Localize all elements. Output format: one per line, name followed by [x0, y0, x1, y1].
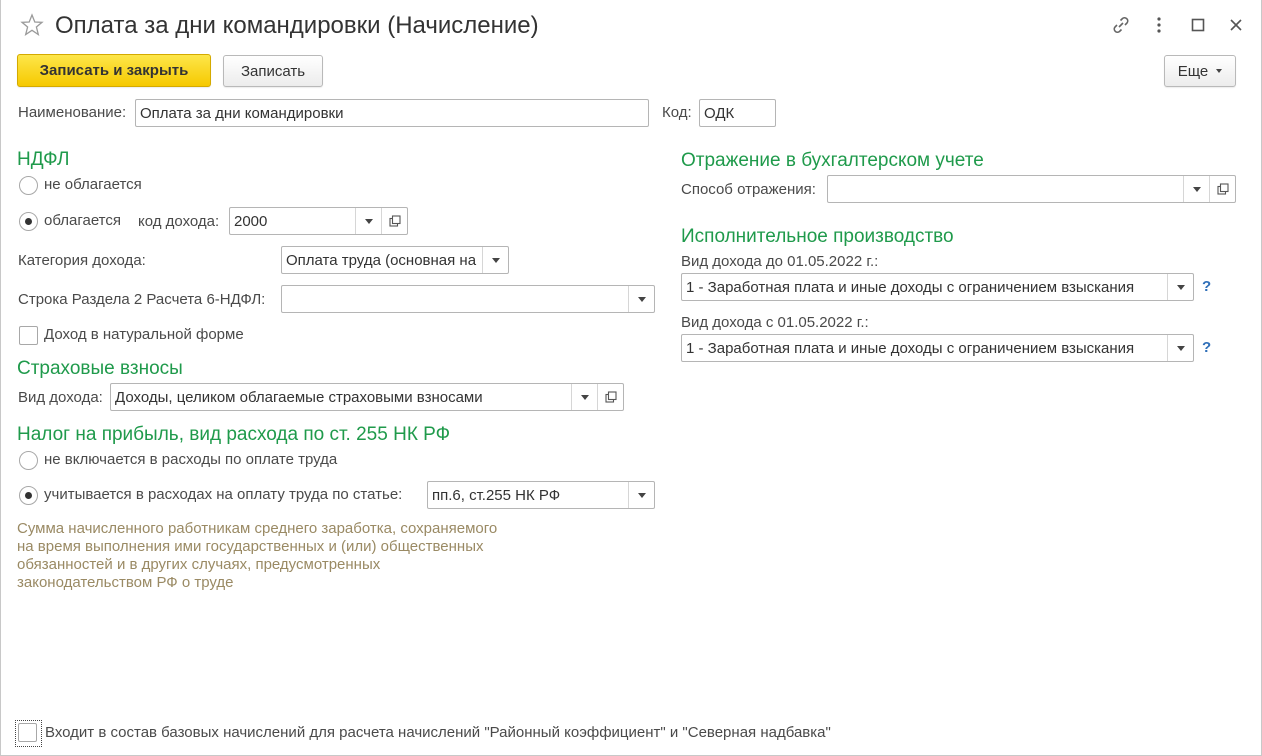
form-window: Оплата за дни командировки (Начисление) …	[0, 0, 1262, 756]
dropdown-arrow-icon[interactable]	[571, 384, 597, 410]
name-label: Наименование:	[18, 104, 127, 121]
income-category-value[interactable]: Оплата труда (основная на	[282, 247, 482, 273]
more-button[interactable]: Еще	[1164, 55, 1236, 87]
help-icon[interactable]: ?	[1202, 278, 1211, 295]
enforcement-after-field[interactable]: 1 - Заработная плата и иные доходы с огр…	[681, 334, 1194, 362]
page-title: Оплата за дни командировки (Начисление)	[55, 12, 539, 39]
name-input[interactable]: Оплата за дни командировки	[135, 99, 649, 127]
enforcement-after-label: Вид дохода с 01.05.2022 г.:	[681, 314, 869, 331]
help-icon[interactable]: ?	[1202, 339, 1211, 356]
profit-tax-included-radio[interactable]	[19, 486, 38, 505]
income-code-field[interactable]: 2000	[229, 207, 408, 235]
ndfl-taxed-radio[interactable]	[19, 212, 38, 231]
section2-field[interactable]	[281, 285, 655, 313]
profit-tax-included-label: учитывается в расходах на оплату труда п…	[44, 486, 403, 503]
profit-tax-article-value[interactable]: пп.6, ст.255 НК РФ	[428, 482, 628, 508]
income-code-label: код дохода:	[138, 213, 220, 230]
radio-selected-dot	[25, 218, 32, 225]
insurance-heading: Страховые взносы	[17, 358, 183, 379]
ndfl-not-taxed-radio[interactable]	[19, 176, 38, 195]
chevron-down-icon	[1216, 69, 1223, 73]
section2-label: Строка Раздела 2 Расчета 6-НДФЛ:	[18, 291, 266, 308]
ndfl-taxed-label: облагается	[44, 212, 122, 229]
profit-tax-hint: Сумма начисленного работникам среднего з…	[17, 520, 498, 591]
profit-tax-heading: Налог на прибыль, вид расхода по ст. 255…	[17, 424, 451, 445]
base-accruals-checkbox[interactable]	[18, 723, 37, 742]
income-category-label: Категория дохода:	[18, 252, 146, 269]
accounting-heading: Отражение в бухгалтерском учете	[681, 150, 984, 171]
star-icon[interactable]	[20, 13, 44, 37]
maximize-icon[interactable]	[1185, 12, 1211, 38]
profit-tax-not-included-radio[interactable]	[19, 451, 38, 470]
save-and-close-button[interactable]: Записать и закрыть	[17, 54, 211, 87]
open-form-icon[interactable]	[597, 384, 623, 410]
insurance-income-type-field[interactable]: Доходы, целиком облагаемые страховыми вз…	[110, 383, 624, 411]
code-label: Код:	[662, 104, 692, 121]
profit-tax-not-included-label: не включается в расходы по оплате труда	[44, 451, 338, 468]
insurance-income-type-label: Вид дохода:	[18, 389, 103, 406]
accounting-method-field[interactable]	[827, 175, 1236, 203]
profit-tax-article-field[interactable]: пп.6, ст.255 НК РФ	[427, 481, 655, 509]
enforcement-before-value[interactable]: 1 - Заработная плата и иные доходы с огр…	[682, 274, 1167, 300]
accounting-method-label: Способ отражения:	[681, 181, 816, 198]
dropdown-arrow-icon[interactable]	[1167, 335, 1193, 361]
dropdown-arrow-icon[interactable]	[482, 247, 508, 273]
open-form-icon[interactable]	[381, 208, 407, 234]
income-code-value[interactable]: 2000	[230, 208, 355, 234]
base-accruals-label: Входит в состав базовых начислений для р…	[45, 724, 831, 741]
accounting-method-value[interactable]	[828, 176, 1183, 202]
insurance-income-type-value[interactable]: Доходы, целиком облагаемые страховыми вз…	[111, 384, 571, 410]
dropdown-arrow-icon[interactable]	[355, 208, 381, 234]
enforcement-after-value[interactable]: 1 - Заработная плата и иные доходы с огр…	[682, 335, 1167, 361]
income-category-field[interactable]: Оплата труда (основная на	[281, 246, 509, 274]
enforcement-before-field[interactable]: 1 - Заработная плата и иные доходы с огр…	[681, 273, 1194, 301]
dropdown-arrow-icon[interactable]	[628, 286, 654, 312]
in-kind-checkbox[interactable]	[19, 326, 38, 345]
dropdown-arrow-icon[interactable]	[628, 482, 654, 508]
link-icon[interactable]	[1108, 12, 1134, 38]
in-kind-label: Доход в натуральной форме	[44, 326, 244, 343]
save-button[interactable]: Записать	[223, 55, 323, 87]
base-accruals-checkbox-focus[interactable]	[15, 720, 42, 747]
radio-selected-dot	[25, 492, 32, 499]
ndfl-not-taxed-label: не облагается	[44, 176, 142, 193]
dropdown-arrow-icon[interactable]	[1183, 176, 1209, 202]
open-form-icon[interactable]	[1209, 176, 1235, 202]
more-button-label: Еще	[1177, 62, 1209, 80]
dropdown-arrow-icon[interactable]	[1167, 274, 1193, 300]
close-icon[interactable]	[1223, 12, 1249, 38]
section2-value[interactable]	[282, 286, 628, 312]
more-actions-icon[interactable]	[1146, 12, 1172, 38]
enforcement-before-label: Вид дохода до 01.05.2022 г.:	[681, 253, 879, 270]
ndfl-heading: НДФЛ	[17, 149, 70, 170]
enforcement-heading: Исполнительное производство	[681, 226, 954, 247]
code-input[interactable]: ОДК	[699, 99, 776, 127]
